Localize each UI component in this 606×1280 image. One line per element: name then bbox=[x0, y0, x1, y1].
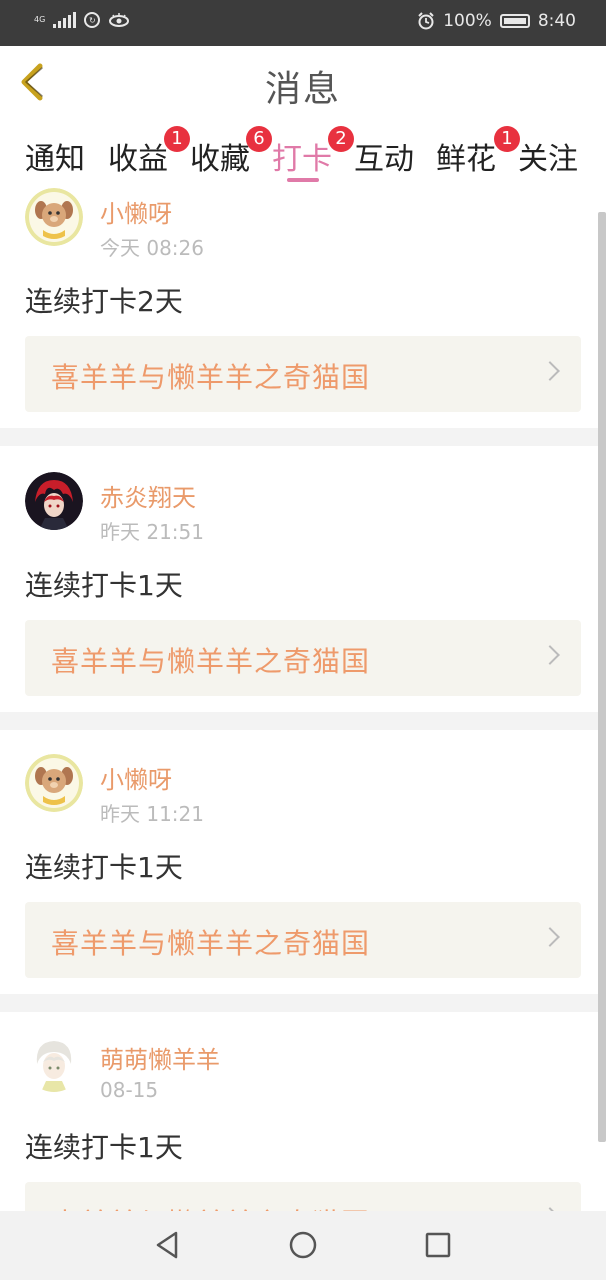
tab-label: 打卡 bbox=[272, 142, 332, 177]
tab-bar: 通知 收益 1 收藏 6 打卡 2 互动 鲜花 1 关注 bbox=[0, 122, 606, 184]
checkin-text: 连续打卡2天 bbox=[25, 285, 183, 318]
chevron-right-icon bbox=[540, 927, 560, 947]
chevron-right-icon bbox=[540, 645, 560, 665]
user-name[interactable]: 小懒呀 bbox=[100, 194, 172, 229]
checkin-text: 连续打卡1天 bbox=[25, 569, 183, 602]
active-tab-indicator bbox=[287, 178, 319, 182]
book-title: 喜羊羊与懒羊羊之奇猫国 bbox=[51, 1202, 370, 1211]
clock: 8:40 bbox=[537, 11, 576, 31]
checkin-card: 小懒呀 昨天 11:21 连续打卡1天 喜羊羊与懒羊羊之奇猫国 bbox=[0, 750, 598, 994]
tab-following[interactable]: 关注 bbox=[518, 134, 578, 178]
tab-label: 关注 bbox=[518, 142, 578, 177]
checkin-card: 萌萌懒羊羊 08-15 连续打卡1天 喜羊羊与懒羊羊之奇猫国 bbox=[0, 1030, 598, 1211]
checkin-card: 赤炎翔天 昨天 21:51 连续打卡1天 喜羊羊与懒羊羊之奇猫国 bbox=[0, 468, 598, 712]
alarm-icon bbox=[418, 12, 434, 30]
battery-percent: 100% bbox=[443, 11, 492, 31]
tab-label: 收益 bbox=[108, 142, 168, 177]
book-link[interactable]: 喜羊羊与懒羊羊之奇猫国 bbox=[25, 902, 581, 978]
status-bar: 4G ↻ 100% 8:40 bbox=[0, 0, 606, 46]
book-title: 喜羊羊与懒羊羊之奇猫国 bbox=[51, 361, 371, 394]
avatar[interactable] bbox=[25, 188, 83, 246]
red-hair-character-icon bbox=[25, 472, 83, 530]
book-link[interactable]: 喜羊羊与懒羊羊之奇猫国 bbox=[25, 336, 581, 412]
tab-badge: 1 bbox=[164, 126, 190, 152]
tab-interaction[interactable]: 互动 bbox=[354, 134, 414, 178]
user-name[interactable]: 萌萌懒羊羊 bbox=[100, 1040, 220, 1075]
avatar[interactable] bbox=[25, 1034, 83, 1092]
page-title: 消息 bbox=[264, 69, 341, 110]
book-title: 喜羊羊与懒羊羊之奇猫国 bbox=[51, 645, 371, 678]
avatar[interactable] bbox=[25, 754, 83, 812]
header: 消息 bbox=[0, 46, 606, 123]
chevron-right-icon bbox=[540, 361, 560, 381]
book-link[interactable]: 喜羊羊与懒羊羊之奇猫国 bbox=[25, 1182, 581, 1211]
tab-checkin[interactable]: 打卡 2 bbox=[272, 126, 354, 178]
home-circle-icon[interactable] bbox=[285, 1227, 321, 1263]
tab-flowers[interactable]: 鲜花 1 bbox=[436, 126, 520, 178]
scrollbar[interactable] bbox=[598, 212, 606, 1142]
cartoon-dog-icon bbox=[25, 754, 83, 812]
tab-badge: 2 bbox=[328, 126, 354, 152]
signal-icon bbox=[53, 12, 77, 28]
checkin-text: 连续打卡1天 bbox=[25, 851, 183, 884]
tab-earnings[interactable]: 收益 1 bbox=[108, 126, 190, 178]
network-type: 4G bbox=[34, 15, 46, 24]
tab-label: 互动 bbox=[354, 142, 414, 177]
timestamp: 昨天 21:51 bbox=[100, 520, 204, 544]
user-name[interactable]: 小懒呀 bbox=[100, 760, 172, 795]
avatar[interactable] bbox=[25, 472, 83, 530]
eye-icon bbox=[109, 13, 130, 27]
book-title: 喜羊羊与懒羊羊之奇猫国 bbox=[51, 927, 371, 960]
cartoon-dog-icon bbox=[25, 188, 83, 246]
back-triangle-icon[interactable] bbox=[150, 1227, 186, 1263]
checkin-text: 连续打卡1天 bbox=[25, 1131, 183, 1164]
tab-notifications[interactable]: 通知 bbox=[25, 134, 85, 178]
tab-label: 通知 bbox=[25, 142, 85, 177]
checkin-card: 小懒呀 今天 08:26 连续打卡2天 喜羊羊与懒羊羊之奇猫国 bbox=[0, 184, 598, 428]
recents-square-icon[interactable] bbox=[420, 1227, 456, 1263]
tab-badge: 6 bbox=[246, 126, 272, 152]
divider bbox=[0, 712, 598, 730]
timestamp: 昨天 11:21 bbox=[100, 802, 204, 826]
system-nav-bar bbox=[0, 1211, 606, 1280]
white-hair-character-icon bbox=[25, 1034, 83, 1092]
user-name[interactable]: 赤炎翔天 bbox=[100, 478, 196, 513]
tab-label: 鲜花 bbox=[436, 142, 496, 177]
divider bbox=[0, 428, 598, 446]
tab-favorites[interactable]: 收藏 6 bbox=[190, 126, 272, 178]
checkin-feed[interactable]: 小懒呀 今天 08:26 连续打卡2天 喜羊羊与懒羊羊之奇猫国 赤炎翔天 昨天 … bbox=[0, 184, 606, 1211]
tab-badge: 1 bbox=[494, 126, 520, 152]
timestamp: 08-15 bbox=[100, 1078, 159, 1102]
battery-icon bbox=[499, 14, 530, 28]
book-link[interactable]: 喜羊羊与懒羊羊之奇猫国 bbox=[25, 620, 581, 696]
tab-label: 收藏 bbox=[190, 142, 250, 177]
data-saver-icon: ↻ bbox=[84, 12, 101, 28]
divider bbox=[0, 994, 598, 1012]
timestamp: 今天 08:26 bbox=[100, 236, 204, 260]
